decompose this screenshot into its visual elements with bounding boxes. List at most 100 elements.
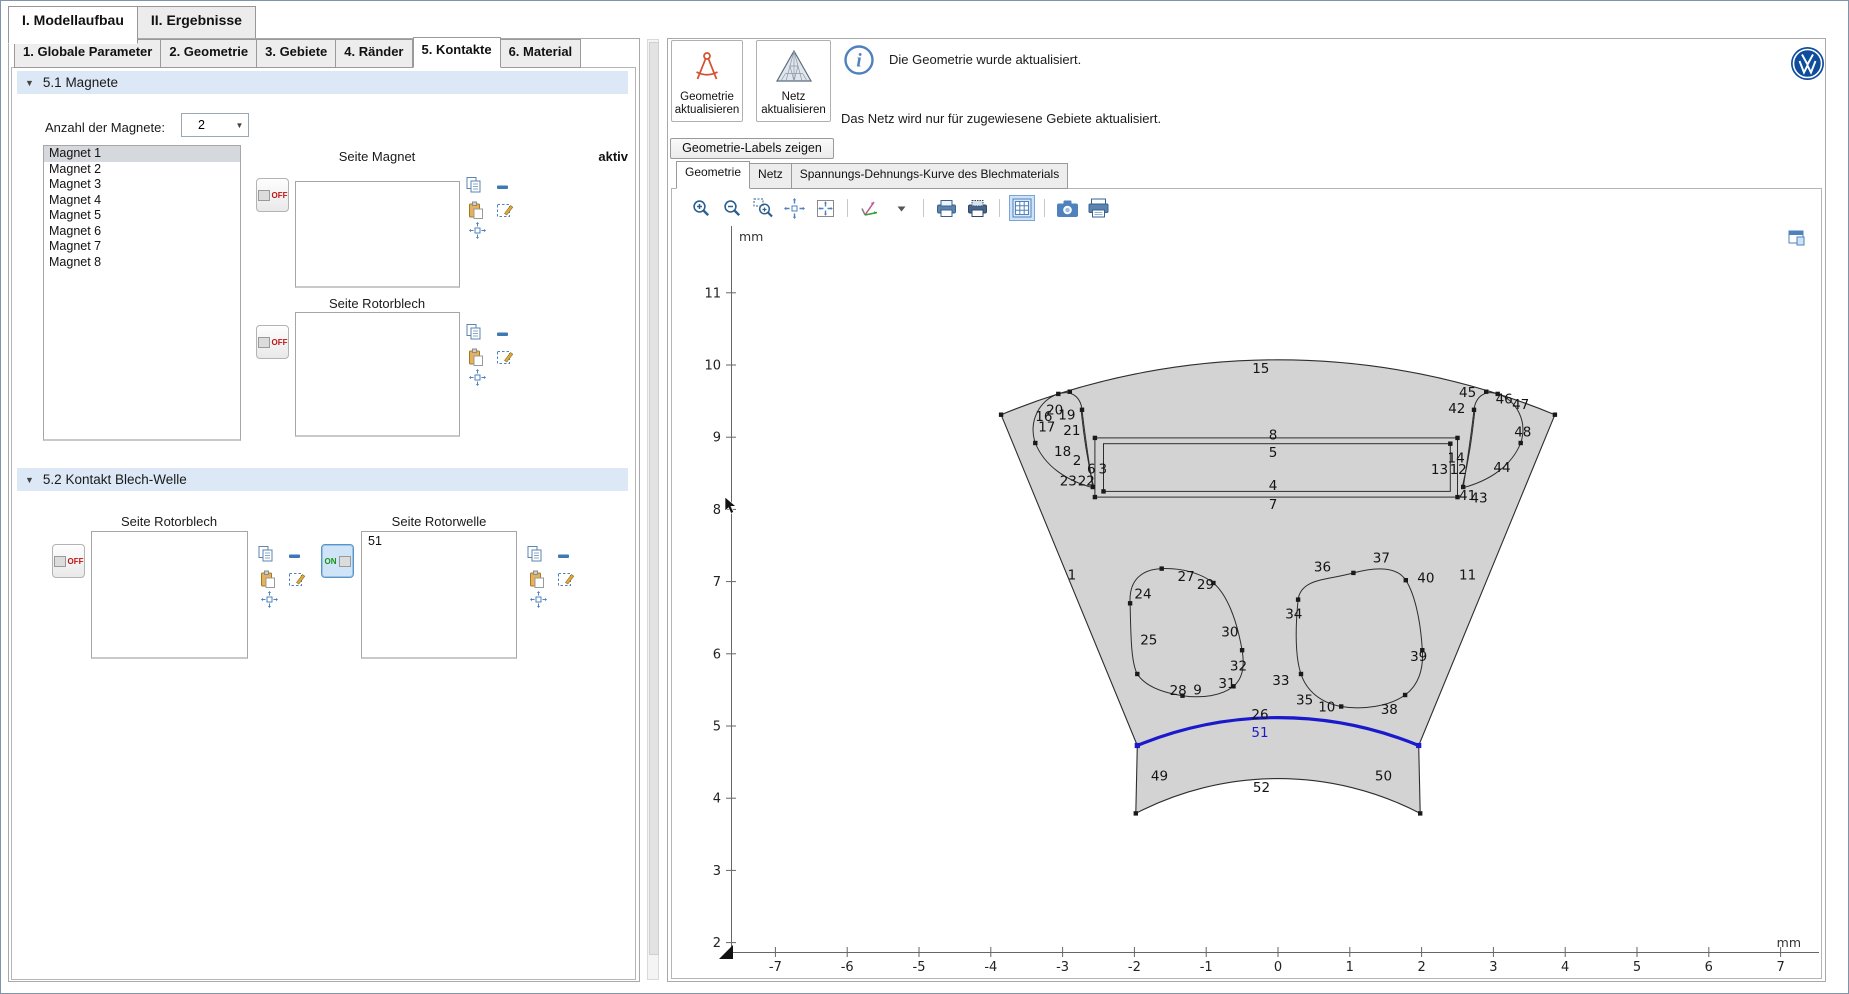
section-header-kontakt-blech-welle[interactable]: ▼ 5.2 Kontakt Blech-Welle [17, 468, 628, 491]
scrollbar-thumb[interactable] [649, 42, 659, 955]
copy-icon[interactable] [465, 323, 484, 347]
x-tick-label: 4 [1561, 960, 1569, 975]
export-settings-icon[interactable] [964, 195, 990, 221]
unit-label-bottom: mm [1777, 935, 1801, 950]
zoom-to-selection-icon[interactable] [469, 222, 486, 244]
edge-label-37: 37 [1373, 550, 1390, 566]
zoom-to-selection-icon[interactable] [530, 591, 547, 613]
tab-geometrie[interactable]: 2. Geometrie [161, 39, 257, 68]
edge-label-9: 9 [1193, 682, 1202, 698]
grid-icon[interactable] [1009, 195, 1035, 221]
remove-icon[interactable] [495, 179, 511, 200]
toolbar-separator [847, 199, 848, 217]
edge-label-3: 3 [1099, 462, 1108, 478]
tab-gebiete[interactable]: 3. Gebiete [257, 39, 336, 68]
magnet-list-item[interactable]: Magnet 2 [44, 162, 240, 178]
section-header-magnete[interactable]: ▼ 5.1 Magnete [17, 71, 628, 94]
snapshot-icon[interactable] [1054, 195, 1080, 221]
main-tab-imodellaufbau[interactable]: I. Modellaufbau [8, 6, 138, 44]
clear-selection-icon[interactable] [557, 569, 576, 593]
y-tick-label: 8 [713, 503, 721, 518]
export-image-icon[interactable] [933, 195, 959, 221]
magnet-list-item[interactable]: Magnet 6 [44, 224, 240, 240]
view-orientation-icon[interactable] [857, 195, 883, 221]
magnet-list-item[interactable]: Magnet 4 [44, 193, 240, 209]
kontakt-rotorblech-selection-list[interactable] [91, 531, 248, 659]
seite-magnet-selection-list[interactable] [295, 181, 460, 288]
tab-material[interactable]: 6. Material [501, 39, 582, 68]
magnet-list-item[interactable]: Magnet 7 [44, 239, 240, 255]
seite-rotorblech-label: Seite Rotorblech [297, 296, 457, 311]
zoom-selected-icon[interactable] [812, 195, 838, 221]
update-mesh-button[interactable]: Netz aktualisieren [756, 40, 831, 122]
edge-label-43: 43 [1470, 490, 1487, 506]
edge-label-48: 48 [1514, 425, 1531, 441]
svg-text:i: i [856, 51, 862, 72]
edge-label-51: 51 [1251, 725, 1268, 741]
edge-label-49: 49 [1151, 768, 1168, 784]
application-window: I. ModellaufbauII. Ergebnisse 1. Globale… [0, 0, 1849, 994]
magnet-list-item[interactable]: Magnet 5 [44, 208, 240, 224]
toggle-knob [339, 556, 351, 567]
kontakt-rotorblech-list-actions [257, 544, 307, 614]
compass-icon [690, 41, 724, 91]
graphics-tab-netz[interactable]: Netz [750, 163, 792, 189]
main-tab-bar: I. ModellaufbauII. Ergebnisse [8, 6, 256, 38]
vertex-marker [1484, 390, 1488, 394]
zoom-out-icon[interactable] [719, 195, 745, 221]
magnet-list[interactable]: Magnet 1Magnet 2Magnet 3Magnet 4Magnet 5… [43, 145, 241, 441]
edge-label-12: 12 [1450, 462, 1467, 478]
zoom-extents-icon[interactable] [781, 195, 807, 221]
magnet-list-item[interactable]: Magnet 1 [44, 146, 240, 162]
clear-selection-icon[interactable] [288, 569, 307, 593]
x-tick-label: 7 [1776, 960, 1784, 975]
axis-corner-marker [719, 945, 733, 959]
kontakt-rotorblech-toggle-off[interactable]: OFF [52, 544, 85, 578]
show-geometry-labels-button[interactable]: Geometrie-Labels zeigen [670, 138, 834, 159]
x-tick-label: -2 [1128, 960, 1141, 975]
zoom-to-selection-icon[interactable] [469, 369, 486, 391]
magnet-list-item[interactable]: Magnet 8 [44, 255, 240, 271]
selected-boundary-item[interactable]: 51 [362, 532, 516, 548]
vertex-marker [1240, 648, 1244, 652]
edge-label-33: 33 [1272, 673, 1289, 689]
seite-magnet-toggle-off[interactable]: OFF [256, 178, 289, 212]
vertex-marker [1093, 436, 1097, 440]
geometry-plot[interactable]: -7-6-5-4-3-2-101234567234567891011mmmm15… [673, 220, 1821, 977]
graphics-tab-geometrie[interactable]: Geometrie [676, 161, 750, 189]
zoom-to-selection-icon[interactable] [261, 591, 278, 613]
plot-window-icon[interactable] [1788, 230, 1806, 251]
anzahl-magnete-dropdown[interactable]: 2 ▼ [181, 113, 249, 137]
kontakt-rotorwelle-toggle-on[interactable]: ON [321, 544, 354, 578]
kontakt-seite-rotorblech-label: Seite Rotorblech [89, 514, 249, 529]
remove-icon[interactable] [287, 548, 303, 569]
zoom-box-icon[interactable] [750, 195, 776, 221]
section-title: 5.1 Magnete [43, 75, 118, 90]
edge-label-38: 38 [1381, 702, 1398, 718]
seite-rotorblech-selection-list[interactable] [295, 312, 460, 437]
update-geometry-button[interactable]: Geometrie aktualisieren [671, 40, 743, 122]
edge-label-29: 29 [1197, 577, 1214, 593]
print-icon[interactable] [1085, 195, 1111, 221]
edge-label-6: 6 [1087, 462, 1096, 478]
y-tick-label: 4 [713, 792, 721, 807]
clear-selection-icon[interactable] [496, 200, 515, 224]
edge-label-23: 23 [1060, 474, 1077, 490]
zoom-in-icon[interactable] [688, 195, 714, 221]
graphics-tab-spannungsdehnungskurve[interactable]: Spannungs-Dehnungs-Kurve des Blechmateri… [792, 163, 1068, 189]
magnet-list-item[interactable]: Magnet 3 [44, 177, 240, 193]
clear-selection-icon[interactable] [496, 347, 515, 371]
seite-rotorblech-toggle-off[interactable]: OFF [256, 325, 289, 359]
copy-icon[interactable] [526, 545, 545, 569]
tab-rnder[interactable]: 4. Ränder [336, 39, 412, 68]
copy-icon[interactable] [465, 176, 484, 200]
remove-icon[interactable] [556, 548, 572, 569]
copy-icon[interactable] [257, 545, 276, 569]
left-panel-scrollbar[interactable] [647, 39, 659, 980]
x-tick-label: 3 [1489, 960, 1497, 975]
caret-icon[interactable] [888, 195, 914, 221]
remove-icon[interactable] [495, 326, 511, 347]
tab-kontakte[interactable]: 5. Kontakte [413, 37, 501, 68]
kontakt-rotorwelle-selection-list[interactable]: 51 [361, 531, 517, 659]
y-tick-label: 10 [704, 359, 721, 374]
